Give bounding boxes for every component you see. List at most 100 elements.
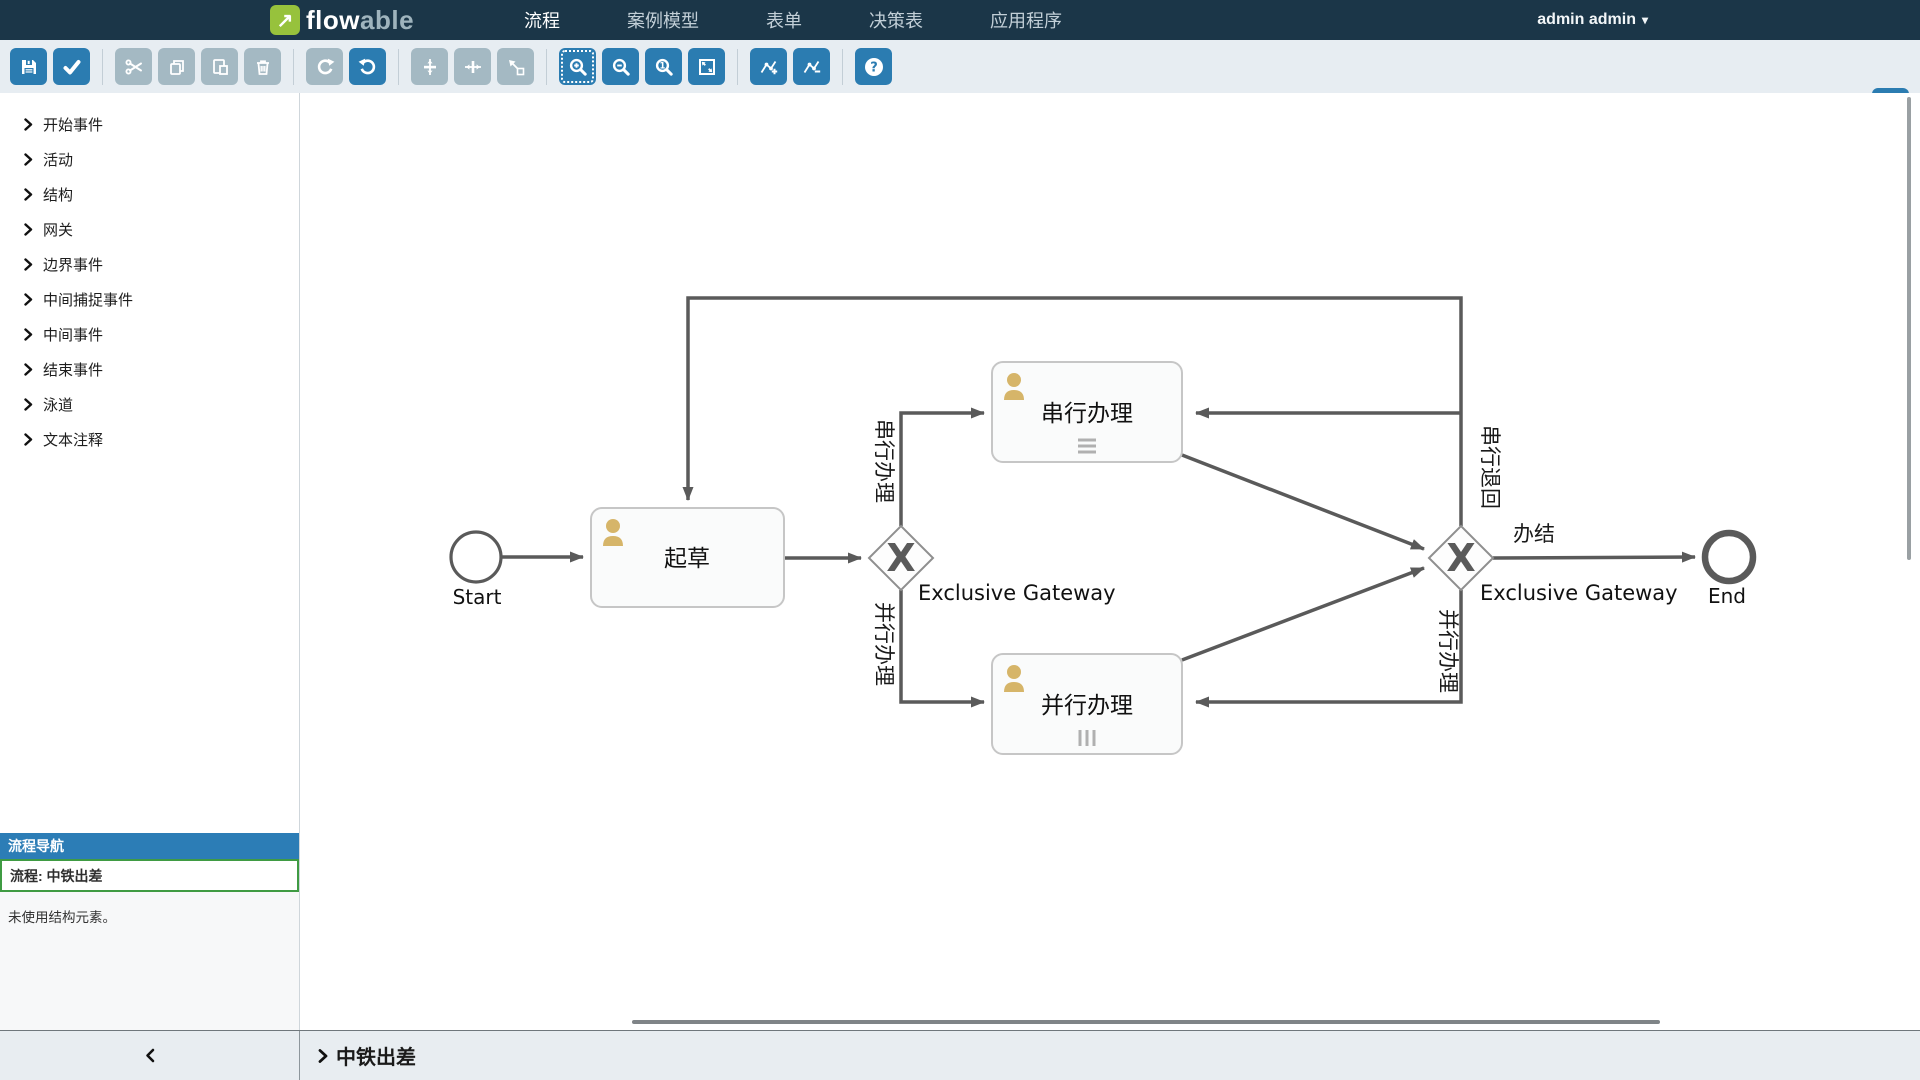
copy-icon (167, 57, 187, 77)
redo-button[interactable] (306, 48, 343, 85)
zoom-in-icon (568, 57, 588, 77)
paste-icon (210, 57, 230, 77)
flow-gateway2-return-to-parallel[interactable] (1196, 590, 1461, 702)
palette-group-intermediate-catching-events[interactable]: 中间捕捉事件 (0, 282, 299, 317)
flow-serial-to-gateway2[interactable] (1182, 455, 1424, 549)
flowable-logo-icon: ↗ (270, 5, 300, 35)
start-event[interactable] (451, 532, 501, 582)
toolbar-separator (842, 49, 843, 85)
save-icon (19, 57, 39, 77)
user-task-parallel[interactable]: 并行办理 (992, 654, 1182, 754)
save-button[interactable] (10, 48, 47, 85)
chevron-right-icon (24, 258, 33, 271)
vertical-scrollbar[interactable] (1907, 97, 1911, 560)
tab-apps[interactable]: 应用程序 (990, 7, 1062, 33)
palette-group-structural[interactable]: 结构 (0, 177, 299, 212)
paste-button[interactable] (201, 48, 238, 85)
flow-gateway-to-parallel[interactable] (901, 590, 984, 702)
add-bendpoint-button[interactable] (750, 48, 787, 85)
tab-case-models[interactable]: 案例模型 (627, 7, 699, 33)
task-parallel-label: 并行办理 (1041, 693, 1133, 719)
user-task-serial[interactable]: 串行办理 (992, 362, 1182, 462)
palette-group-gateways[interactable]: 网关 (0, 212, 299, 247)
flow-label-parallel-return: 并行办理 (1436, 609, 1460, 693)
top-navbar: ↗ flowable 流程 案例模型 表单 决策表 应用程序 admin adm… (0, 0, 1920, 40)
flow-label-serial-return: 串行退回 (1478, 425, 1502, 509)
palette-group-boundary-events[interactable]: 边界事件 (0, 247, 299, 282)
zoom-fit-icon (697, 57, 717, 77)
diagram-canvas[interactable]: 串行办理 并行办理 串行退回 并行办理 办结 Start 起草 (300, 93, 1920, 1030)
zoom-fit-button[interactable] (688, 48, 725, 85)
toolbar-separator (102, 49, 103, 85)
tab-processes[interactable]: 流程 (524, 7, 560, 33)
user-menu[interactable]: admin admin ▾ (1537, 0, 1648, 40)
process-navigator-current[interactable]: 流程: 中铁出差 (0, 859, 299, 892)
chevron-right-icon (24, 363, 33, 376)
copy-button[interactable] (158, 48, 195, 85)
remove-bendpoint-icon (802, 57, 822, 77)
logo-text-flow: flow (306, 5, 360, 35)
user-name: admin admin (1537, 11, 1636, 29)
footer-process-title-area[interactable]: 中铁出差 (300, 1031, 1920, 1080)
palette-group-activities[interactable]: 活动 (0, 142, 299, 177)
end-event[interactable] (1705, 533, 1753, 581)
horizontal-scrollbar[interactable] (632, 1020, 1660, 1024)
undo-button[interactable] (349, 48, 386, 85)
toolbar-separator (398, 49, 399, 85)
help-icon: ? (863, 56, 885, 78)
task-draft-label: 起草 (664, 546, 710, 572)
chevron-right-icon (318, 1048, 328, 1064)
same-size-button[interactable] (497, 48, 534, 85)
shape-palette: 开始事件 活动 结构 网关 边界事件 中间捕捉事件 中间事件 结束事件 泳道 文… (0, 93, 300, 1030)
same-size-icon (506, 57, 526, 77)
delete-button[interactable] (244, 48, 281, 85)
zoom-actual-icon: 1 (654, 57, 674, 77)
flow-parallel-to-gateway2[interactable] (1182, 568, 1424, 660)
tab-decision-tables[interactable]: 决策表 (869, 7, 923, 33)
flow-label-parallel: 并行办理 (872, 602, 896, 686)
sequence-flows (501, 298, 1695, 702)
align-horizontal-button[interactable] (454, 48, 491, 85)
help-button[interactable]: ? (855, 48, 892, 85)
flow-gateway2-to-end[interactable] (1493, 557, 1695, 558)
editor-toolbar: 1 ? (0, 40, 1920, 93)
chevron-right-icon (24, 153, 33, 166)
palette-group-end-events[interactable]: 结束事件 (0, 352, 299, 387)
align-vertical-button[interactable] (411, 48, 448, 85)
chevron-right-icon (24, 188, 33, 201)
svg-text:1: 1 (659, 61, 665, 71)
remove-bendpoint-button[interactable] (793, 48, 830, 85)
tab-forms[interactable]: 表单 (766, 7, 802, 33)
zoom-out-icon (611, 57, 631, 77)
zoom-out-button[interactable] (602, 48, 639, 85)
toolbar-separator (737, 49, 738, 85)
palette-group-swimlanes[interactable]: 泳道 (0, 387, 299, 422)
palette-group-text-annotation[interactable]: 文本注释 (0, 422, 299, 457)
chevron-right-icon (24, 223, 33, 236)
end-event-label: End (1708, 584, 1746, 608)
process-navigator-header: 流程导航 (0, 833, 299, 859)
flowable-editor: ↗ flowable 流程 案例模型 表单 决策表 应用程序 admin adm… (0, 0, 1920, 1080)
gateway-left-label: Exclusive Gateway (918, 581, 1116, 605)
main-nav-tabs: 流程 案例模型 表单 决策表 应用程序 (524, 0, 1062, 40)
gateway-right-label: Exclusive Gateway (1480, 581, 1678, 605)
flow-gateway-to-serial[interactable] (901, 413, 984, 526)
scissors-icon (124, 57, 144, 77)
flow-label-complete: 办结 (1513, 522, 1555, 546)
align-horizontal-icon (463, 57, 483, 77)
zoom-actual-button[interactable]: 1 (645, 48, 682, 85)
chevron-right-icon (24, 118, 33, 131)
palette-group-intermediate-events[interactable]: 中间事件 (0, 317, 299, 352)
zoom-in-button[interactable] (559, 48, 596, 85)
collapse-sidebar-button[interactable] (0, 1031, 300, 1080)
toolbar-separator (546, 49, 547, 85)
undo-icon (358, 57, 378, 77)
palette-group-start-events[interactable]: 开始事件 (0, 107, 299, 142)
start-event-label: Start (453, 585, 502, 609)
logo-text-able: able (360, 5, 414, 35)
cut-button[interactable] (115, 48, 152, 85)
user-task-draft[interactable]: 起草 (591, 508, 784, 607)
task-serial-label: 串行办理 (1041, 401, 1133, 427)
chevron-down-icon: ▾ (1642, 13, 1648, 27)
validate-button[interactable] (53, 48, 90, 85)
